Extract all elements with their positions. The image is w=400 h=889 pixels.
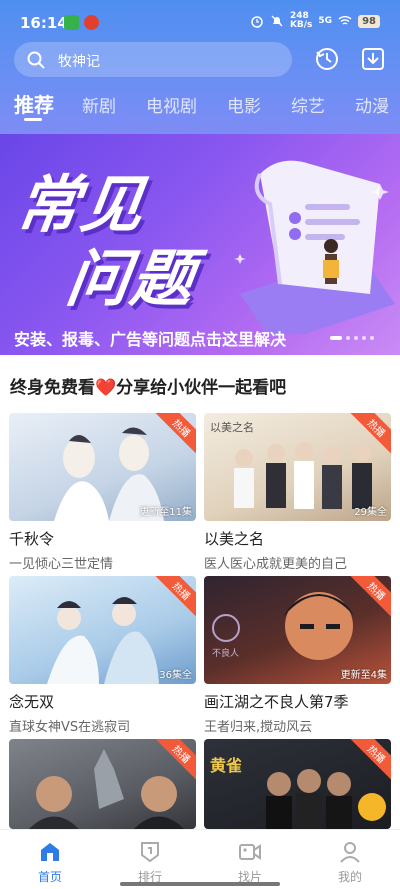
video-camera-icon (239, 844, 261, 860)
mute-icon (271, 15, 283, 27)
video-card[interactable]: 黄雀 热播 (204, 739, 391, 829)
profile-icon (340, 842, 360, 863)
video-poster: 黄雀 热播 (204, 739, 391, 829)
video-subtitle: 一见倾心三世定情 (9, 557, 114, 572)
section-title: 终身免费看❤️分享给小伙伴一起看吧 (10, 378, 287, 398)
nav-ranking[interactable]: 排行 (120, 840, 180, 885)
nav-find[interactable]: 找片 (220, 840, 280, 885)
carousel-dots (330, 336, 374, 340)
poster-art (29, 749, 184, 829)
promo-banner[interactable]: 常见 问题 安装、报毒、广告等问题点击这里解决 (0, 134, 400, 355)
carousel-dot (362, 336, 366, 340)
video-subtitle: 直球女神VS在逃寂司 (9, 720, 131, 735)
video-card[interactable]: 不良人 热播 更新至4集 画江湖之不良人第7季 王者归来,搅动风云 (204, 576, 391, 735)
video-card[interactable]: 热播 36集全 念无双 直球女神VS在逃寂司 (9, 576, 196, 735)
battery-level: 98 (358, 14, 380, 28)
active-tab-indicator (24, 118, 42, 121)
app-notification-icon (64, 15, 79, 30)
status-icons: 248 KB/s 5G 98 (250, 12, 380, 30)
wifi-icon (338, 16, 352, 25)
tab-variety[interactable]: 综艺 (291, 92, 325, 117)
carousel-dot (346, 336, 350, 340)
search-input[interactable]: 牧神记 (14, 42, 292, 77)
episode-count: 29集全 (354, 507, 387, 518)
episode-count: 更新至11集 (139, 507, 192, 518)
video-poster: 热播 (9, 739, 196, 829)
home-indicator (120, 882, 280, 886)
status-bar: 16:14 248 KB/s 5G 98 (0, 0, 400, 40)
banner-caption: 安装、报毒、广告等问题点击这里解决 (14, 330, 287, 349)
status-time: 16:14 (20, 14, 68, 32)
video-poster: 以美之名 热播 29集全 (204, 413, 391, 521)
home-icon (41, 843, 59, 861)
video-title: 画江湖之不良人第7季 (204, 693, 349, 711)
video-card[interactable]: 以美之名 热播 29集全 以美之名 医人医心成就更美的自己 (204, 413, 391, 572)
search-row: 牧神记 (14, 42, 394, 78)
nav-profile-label: 我的 (337, 870, 362, 884)
nav-profile[interactable]: 我的 (320, 840, 380, 885)
faq-illustration (234, 160, 395, 334)
svg-text:不良人: 不良人 (212, 647, 239, 659)
video-poster: 热播 36集全 (9, 576, 196, 684)
ranking-icon (141, 842, 159, 863)
video-title: 念无双 (9, 693, 55, 711)
bottom-navigation: 首页 排行 找片 我的 (0, 829, 400, 889)
banner-title-line2: 问题 (62, 242, 201, 315)
signal-type: 5G (318, 16, 333, 26)
history-icon[interactable] (314, 46, 340, 72)
tab-anime[interactable]: 动漫 (355, 92, 389, 117)
video-subtitle: 王者归来,搅动风云 (204, 720, 313, 735)
alarm-icon (251, 16, 263, 28)
download-icon[interactable] (360, 46, 386, 72)
video-poster: 不良人 热播 更新至4集 (204, 576, 391, 684)
video-subtitle: 医人医心成就更美的自己 (204, 557, 348, 572)
video-poster: 热播 更新至11集 (9, 413, 196, 521)
tab-tv-series[interactable]: 电视剧 (146, 92, 197, 117)
video-title: 以美之名 (204, 530, 265, 548)
search-icon (27, 51, 45, 69)
header: 16:14 248 KB/s 5G 98 牧神记 推荐 新剧 电视剧 电影 综艺… (0, 0, 400, 134)
svg-text:以美之名: 以美之名 (210, 420, 254, 434)
video-card[interactable]: 热播 更新至11集 千秋令 一见倾心三世定情 (9, 413, 196, 572)
carousel-dot (370, 336, 374, 340)
episode-count: 更新至4集 (340, 670, 387, 681)
nav-home-label: 首页 (37, 870, 62, 884)
poster-art: 黄雀 (210, 756, 386, 829)
network-speed: 248 KB/s (289, 11, 313, 30)
carousel-dot (354, 336, 358, 340)
tab-recommend[interactable]: 推荐 (14, 89, 54, 118)
nav-home[interactable]: 首页 (20, 840, 80, 885)
app-notification-icon (84, 15, 99, 30)
tab-new-drama[interactable]: 新剧 (82, 92, 116, 117)
video-card[interactable]: 热播 (9, 739, 196, 829)
category-tabs: 推荐 新剧 电视剧 电影 综艺 动漫 (0, 88, 400, 128)
video-title: 千秋令 (9, 530, 55, 548)
carousel-dot-active (330, 336, 342, 340)
tab-movie[interactable]: 电影 (227, 92, 261, 117)
episode-count: 36集全 (159, 670, 192, 681)
svg-text:黄雀: 黄雀 (210, 756, 242, 775)
search-query: 牧神记 (58, 54, 100, 70)
